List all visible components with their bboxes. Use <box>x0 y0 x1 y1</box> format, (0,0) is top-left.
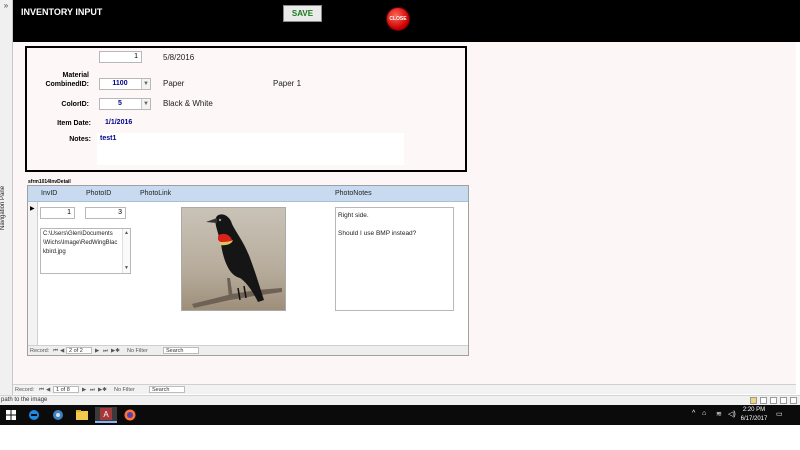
status-text: path to the image <box>1 397 48 403</box>
filter-status[interactable]: No Filter <box>127 347 148 355</box>
photo-notes-field[interactable]: Right side. Should I use BMP instead? <box>335 207 454 311</box>
form-view-icon[interactable] <box>750 397 757 404</box>
subform-column-header: InvID PhotoID PhotoLink PhotoNotes <box>28 186 468 202</box>
form-body: 1 5/8/2016 Material CombinedID: 1100 ▼ P… <box>13 42 796 384</box>
chevron-down-icon[interactable]: ▼ <box>141 79 150 89</box>
material-combo[interactable]: 1100 ▼ <box>99 78 151 90</box>
wifi-icon[interactable]: ≋ <box>716 410 722 418</box>
subform-position-box[interactable]: 2 of 2 <box>66 347 92 354</box>
bird-photo <box>181 207 286 311</box>
notes-label: Notes: <box>69 136 91 143</box>
inventory-detail-subform: InvID PhotoID PhotoLink PhotoNotes ▶ 1 3… <box>27 185 469 356</box>
color-label: ColorID: <box>61 101 89 108</box>
color-combo-value: 5 <box>118 100 122 107</box>
close-button[interactable]: CLOSE <box>386 7 410 31</box>
new-record-icon[interactable]: ▶✱ <box>98 386 107 394</box>
resize-grip-icon[interactable] <box>790 397 797 404</box>
access-window: » Navigation Pane INVENTORY INPUT SAVE C… <box>0 0 800 450</box>
firefox-icon[interactable] <box>119 407 141 423</box>
clock-date[interactable]: 6/17/2017 <box>738 416 770 422</box>
new-record-icon[interactable]: ▶✱ <box>111 347 120 355</box>
column-header: InvID <box>41 190 58 197</box>
main-record-panel: 1 5/8/2016 Material CombinedID: 1100 ▼ P… <box>25 46 467 172</box>
windows-taskbar: A ^ ⌂ ≋ ◁) 2:20 PM 6/17/2017 ▭ <box>0 405 800 425</box>
sub-inv-id-field[interactable]: 1 <box>40 207 75 219</box>
main-search-box[interactable]: Search <box>149 386 185 393</box>
material-label: Material CombinedID: <box>45 72 89 88</box>
save-button[interactable]: SAVE <box>283 5 322 22</box>
clock-time[interactable]: 2:20 PM <box>740 407 768 413</box>
record-label: Record: <box>30 348 50 354</box>
next-record-icon[interactable]: ▶ <box>82 386 86 394</box>
navigation-pane-label: Navigation Pane <box>0 185 6 231</box>
notes-field[interactable]: test1 <box>97 133 404 165</box>
current-record-arrow-icon: ▶ <box>30 206 35 212</box>
photo-link-field[interactable]: C:\Users\Glen\Documents\Wichs\Image\RedW… <box>40 228 131 274</box>
navigation-pane[interactable]: » Navigation Pane <box>0 0 13 395</box>
color-combo[interactable]: 5 ▼ <box>99 98 151 110</box>
edge-icon[interactable] <box>23 407 45 423</box>
form-header: INVENTORY INPUT SAVE CLOSE <box>13 0 800 42</box>
volume-icon[interactable]: ◁) <box>728 410 736 418</box>
photo-link-text: C:\Users\Glen\Documents\Wichs\Image\RedW… <box>43 231 118 255</box>
datasheet-view-icon[interactable] <box>760 397 767 404</box>
column-header: PhotoNotes <box>335 190 372 197</box>
column-header: PhotoID <box>86 190 112 197</box>
column-header: PhotoLink <box>140 190 172 197</box>
record-selector[interactable]: ▶ <box>28 202 38 345</box>
form-title: INVENTORY INPUT <box>21 7 103 17</box>
access-icon[interactable]: A <box>95 407 117 423</box>
first-record-icon[interactable]: ⏮ <box>39 386 44 394</box>
inv-id-field[interactable]: 1 <box>99 51 142 63</box>
network-icon[interactable]: ⌂ <box>702 410 706 417</box>
windows-start-icon[interactable] <box>0 407 22 423</box>
first-record-icon[interactable]: ⏮ <box>53 347 58 355</box>
expand-chevron-icon[interactable]: » <box>1 1 11 11</box>
subform-search-box[interactable]: Search <box>163 347 199 354</box>
next-record-icon[interactable]: ▶ <box>95 347 99 355</box>
notifications-icon[interactable]: ▭ <box>776 410 783 418</box>
subform-record-navigator: Record: ⏮ ◀ 2 of 2 ▶ ⏭ ▶✱ No Filter Sear… <box>28 345 468 355</box>
filter-status[interactable]: No Filter <box>114 386 135 394</box>
last-record-icon[interactable]: ⏭ <box>90 386 95 394</box>
previous-record-icon[interactable]: ◀ <box>60 347 64 355</box>
desktop-margin <box>0 425 800 450</box>
photo-notes-line: Right side. <box>338 212 369 219</box>
settings-icon[interactable] <box>47 407 69 423</box>
scroll-down-icon[interactable]: ▼ <box>124 264 129 273</box>
layout-view-icon[interactable] <box>770 397 777 404</box>
tray-chevron-icon[interactable]: ^ <box>692 410 695 417</box>
main-record-navigator: Record: ⏮ ◀ 1 of 8 ▶ ⏭ ▶✱ No Filter Sear… <box>13 384 796 394</box>
notes-value: test1 <box>100 135 117 142</box>
last-record-icon[interactable]: ⏭ <box>103 347 108 355</box>
material-name: Paper <box>163 79 185 88</box>
color-name: Black & White <box>163 99 213 108</box>
main-position-box[interactable]: 1 of 8 <box>53 386 79 393</box>
photo-link-scrollbar[interactable]: ▲ ▼ <box>122 229 130 273</box>
material-combo-value: 1100 <box>112 80 128 87</box>
sub-photo-id-field[interactable]: 3 <box>85 207 126 219</box>
photo-notes-line: Should I use BMP instead? <box>338 230 417 237</box>
item-date-label: Item Date: <box>57 120 91 127</box>
chevron-down-icon[interactable]: ▼ <box>141 99 150 109</box>
file-explorer-icon[interactable] <box>71 407 93 423</box>
svg-text:A: A <box>103 410 109 419</box>
item-date-field[interactable]: 1/1/2016 <box>105 118 132 128</box>
scroll-up-icon[interactable]: ▲ <box>124 229 129 238</box>
record-label: Record: <box>15 387 35 393</box>
design-view-icon[interactable] <box>780 397 787 404</box>
date-value: 5/8/2016 <box>163 53 195 62</box>
status-bar: path to the image <box>0 395 800 405</box>
previous-record-icon[interactable]: ◀ <box>46 386 50 394</box>
material-description: Paper 1 <box>273 79 302 88</box>
